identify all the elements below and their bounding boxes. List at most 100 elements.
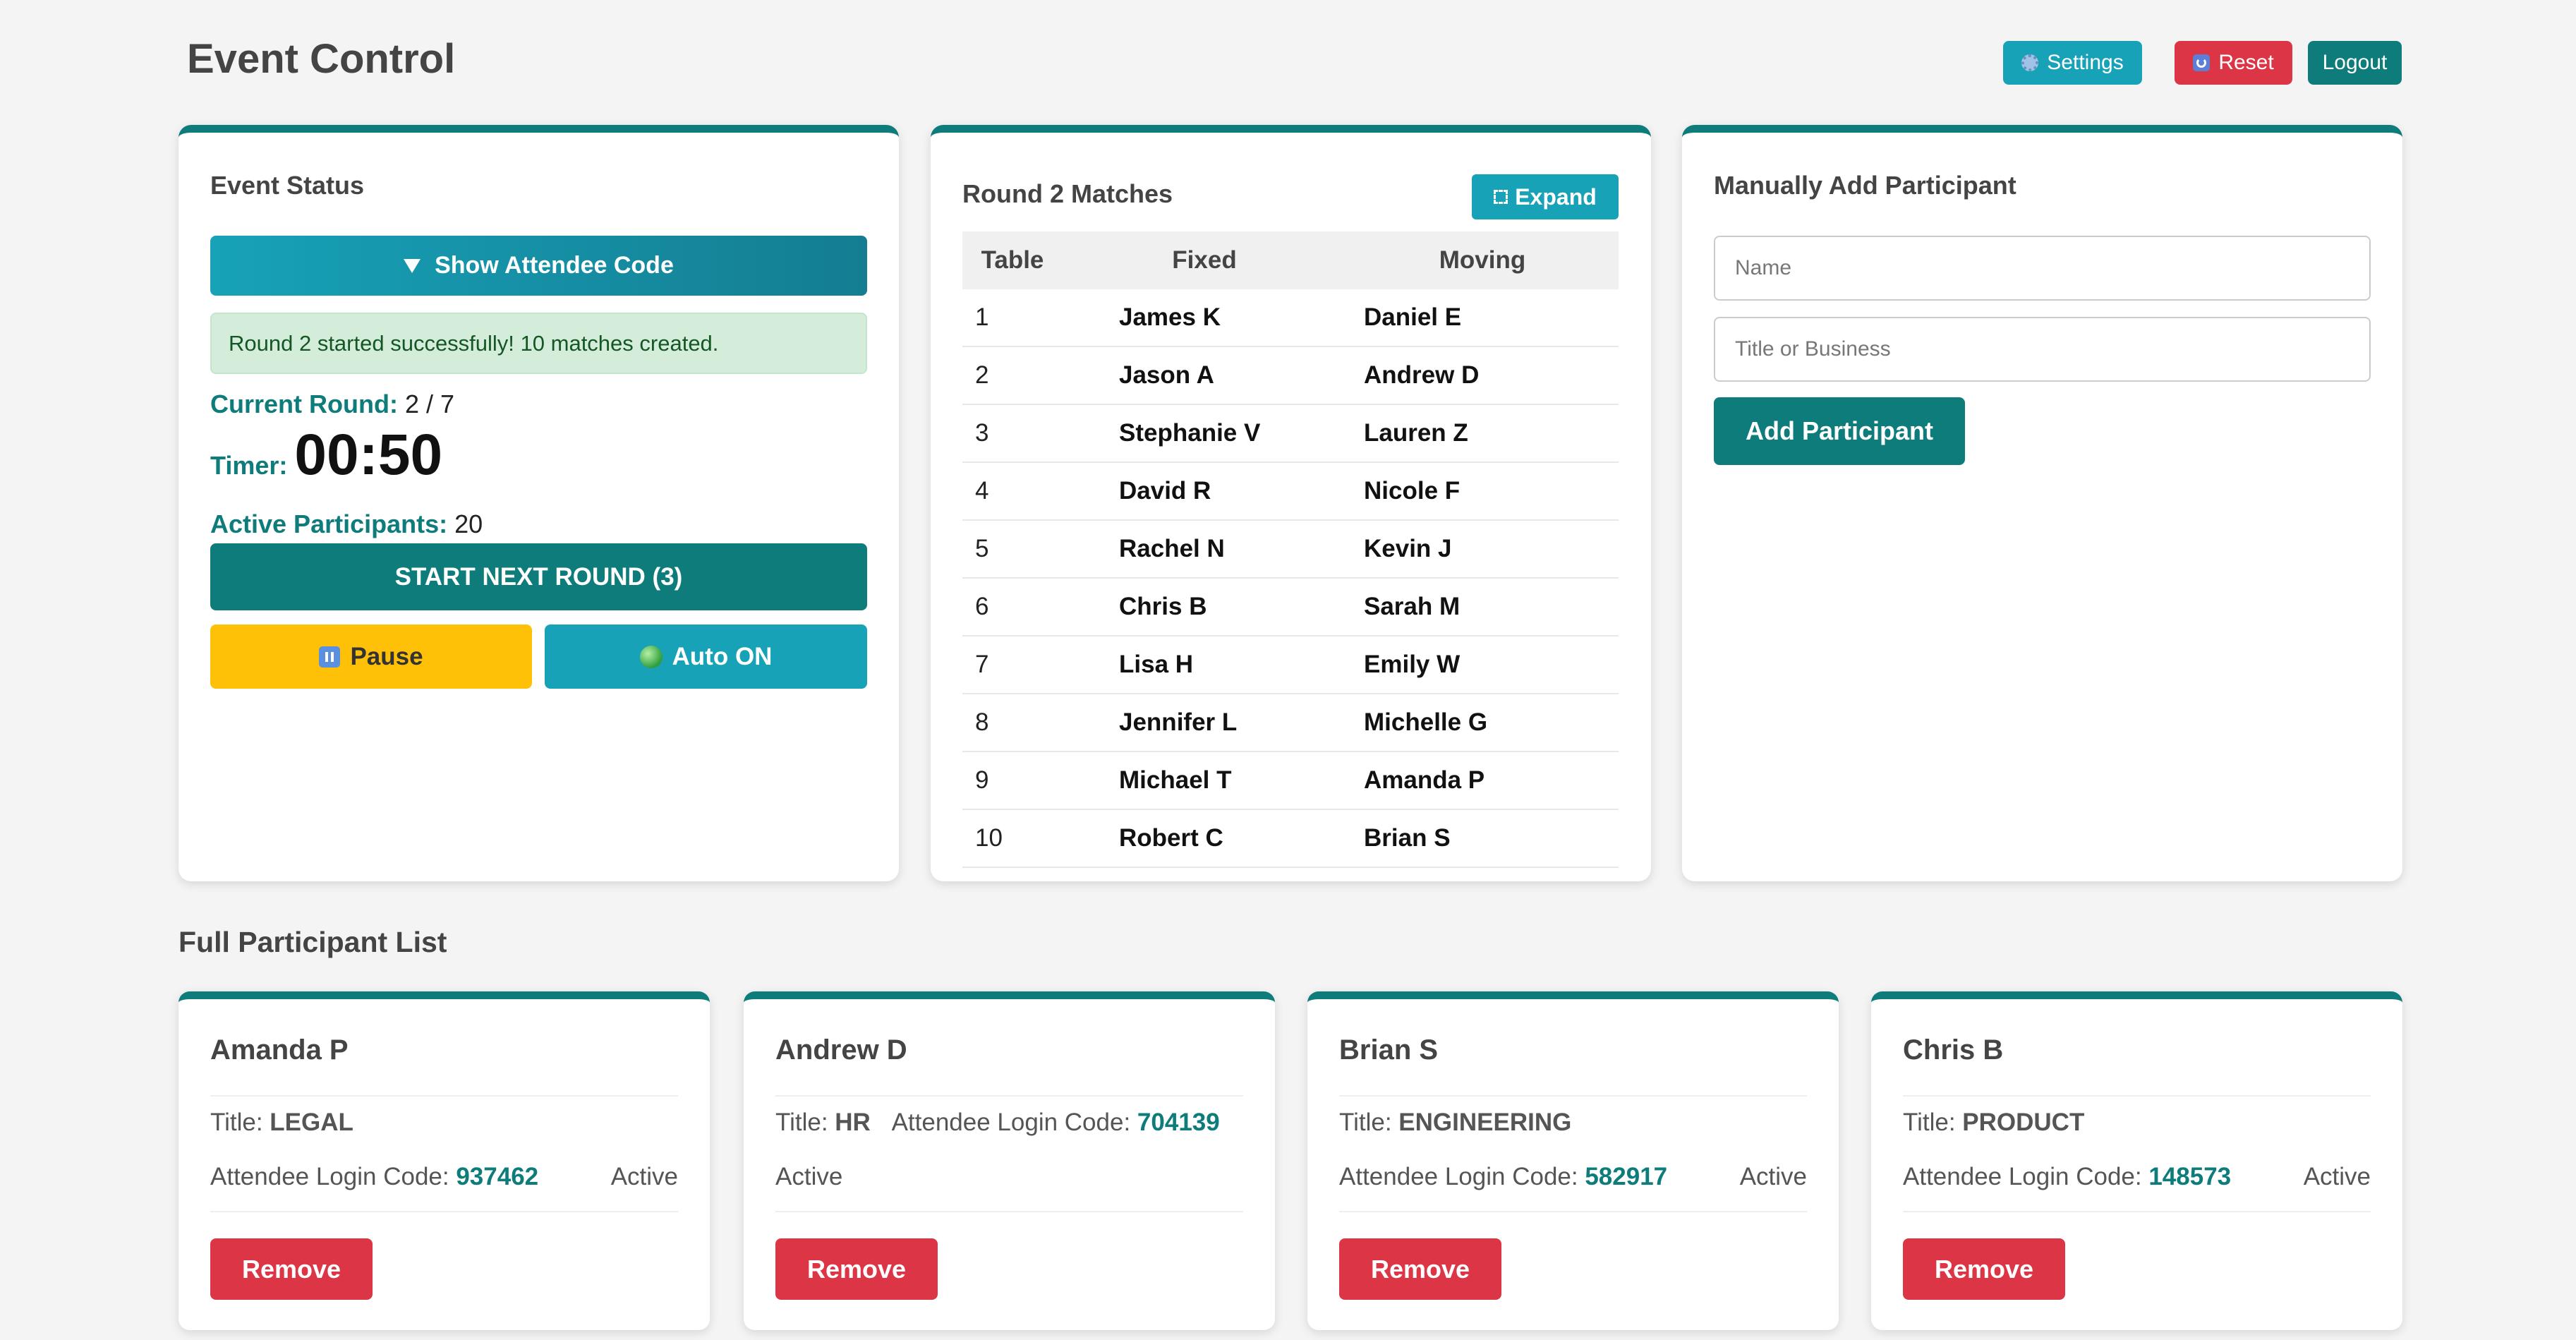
refresh-icon — [2193, 54, 2211, 71]
current-round-value: 2 / 7 — [404, 390, 455, 418]
participant-title-value: HR — [835, 1109, 871, 1136]
moving-participant: Lauren Z — [1346, 404, 1619, 463]
participant-code-label: Attendee Login Code: — [1339, 1163, 1578, 1190]
pause-button-label: Pause — [350, 642, 423, 670]
participant-title-value: PRODUCT — [1962, 1109, 2085, 1136]
participant-title-label: Title: — [775, 1109, 828, 1136]
green-circle-icon — [639, 645, 663, 668]
remove-button-label: Remove — [1934, 1254, 2034, 1284]
participant-code-value: 937462 — [456, 1163, 539, 1190]
table-row: 1 James K Daniel E — [962, 289, 1619, 347]
logout-button-label: Logout — [2322, 51, 2388, 74]
fixed-participant: James K — [1063, 289, 1346, 347]
divider — [1903, 1211, 2371, 1212]
fixed-participant: Jennifer L — [1063, 694, 1346, 752]
moving-participant: Sarah M — [1346, 578, 1619, 636]
table-number: 4 — [962, 462, 1063, 521]
gear-icon — [2021, 54, 2039, 71]
table-row: 2 Jason A Andrew D — [962, 346, 1619, 405]
auto-toggle-button[interactable]: Auto ON — [545, 624, 867, 689]
participant-status: Active — [2303, 1163, 2371, 1190]
matches-panel: Round 2 Matches Expand Table Fixed Movin… — [931, 125, 1651, 881]
timer-value: 00:50 — [294, 423, 443, 487]
remove-button[interactable]: Remove — [1903, 1238, 2065, 1300]
add-participant-panel: Manually Add Participant Add Participant — [1682, 125, 2402, 881]
settings-button[interactable]: Settings — [2003, 41, 2142, 85]
participant-card: Brian S Title: ENGINEERING Attendee Logi… — [1307, 991, 1839, 1330]
participant-status: Active — [1739, 1163, 1807, 1190]
start-next-round-label: START NEXT ROUND (3) — [394, 562, 683, 591]
moving-participant: Daniel E — [1346, 289, 1619, 347]
current-round: Current Round: 2 / 7 — [210, 390, 454, 419]
participant-code-label: Attendee Login Code: — [1903, 1163, 2142, 1190]
table-row: 7 Lisa H Emily W — [962, 636, 1619, 694]
participant-code-value: 582917 — [1585, 1163, 1668, 1190]
logout-button[interactable]: Logout — [2308, 41, 2402, 85]
table-number: 1 — [962, 289, 1063, 347]
participant-title: Title: PRODUCT — [1903, 1109, 2084, 1137]
table-row: 3 Stephanie V Lauren Z — [962, 404, 1619, 463]
remove-button[interactable]: Remove — [775, 1238, 938, 1300]
moving-participant: Andrew D — [1346, 346, 1619, 405]
table-row: 5 Rachel N Kevin J — [962, 520, 1619, 579]
name-input[interactable] — [1714, 236, 2371, 301]
participant-title-and-code: Title: HR Attendee Login Code: 704139 — [775, 1109, 1220, 1137]
table-row: 4 David R Nicole F — [962, 462, 1619, 521]
participant-title: Title: ENGINEERING — [1339, 1109, 1571, 1137]
participant-card: Amanda P Title: LEGAL Attendee Login Cod… — [179, 991, 710, 1330]
event-status-panel: Event Status Show Attendee Code Round 2 … — [179, 125, 899, 881]
remove-button-label: Remove — [241, 1254, 341, 1284]
pause-button[interactable]: Pause — [210, 624, 532, 689]
table-row: 10 Robert C Brian S — [962, 809, 1619, 868]
moving-participant: Michelle G — [1346, 694, 1619, 752]
show-attendee-code-label: Show Attendee Code — [435, 252, 674, 279]
participant-list-heading: Full Participant List — [179, 926, 447, 958]
fixed-participant: Chris B — [1063, 578, 1346, 636]
moving-participant: Kevin J — [1346, 520, 1619, 579]
table-row: 9 Michael T Amanda P — [962, 752, 1619, 810]
divider — [1903, 1095, 2371, 1097]
expand-button[interactable]: Expand — [1472, 174, 1619, 219]
page-title: Event Control — [187, 36, 456, 82]
timer: Timer: 00:50 — [210, 422, 442, 488]
start-next-round-button[interactable]: START NEXT ROUND (3) — [210, 543, 867, 610]
event-status-heading: Event Status — [210, 171, 365, 200]
remove-button-label: Remove — [806, 1254, 907, 1284]
fixed-participant: Robert C — [1063, 809, 1346, 868]
title-business-input[interactable] — [1714, 317, 2371, 382]
table-row: 8 Jennifer L Michelle G — [962, 694, 1619, 752]
expand-button-label: Expand — [1515, 183, 1597, 210]
participant-name: Andrew D — [775, 1034, 907, 1066]
reset-button[interactable]: Reset — [2175, 41, 2292, 85]
show-attendee-code-button[interactable]: Show Attendee Code — [210, 236, 867, 296]
reset-button-label: Reset — [2218, 51, 2274, 74]
moving-participant: Amanda P — [1346, 752, 1619, 810]
table-number: 3 — [962, 404, 1063, 463]
add-participant-button[interactable]: Add Participant — [1714, 397, 1965, 465]
participant-code-label: Attendee Login Code: — [891, 1109, 1131, 1136]
divider — [775, 1095, 1243, 1097]
matches-header-row: Table Fixed Moving — [962, 231, 1619, 289]
participant-name: Amanda P — [210, 1034, 349, 1066]
participant-name: Brian S — [1339, 1034, 1439, 1066]
table-number: 2 — [962, 346, 1063, 405]
current-round-label: Current Round: — [210, 390, 398, 418]
auto-toggle-label: Auto ON — [672, 642, 773, 670]
active-participants: Active Participants: 20 — [210, 509, 483, 539]
active-participants-label: Active Participants: — [210, 509, 448, 538]
matches-table: Table Fixed Moving 1 James K Daniel E 2 … — [962, 231, 1619, 868]
column-header-fixed: Fixed — [1063, 231, 1346, 289]
column-header-moving: Moving — [1346, 231, 1619, 289]
participant-title-label: Title: — [210, 1109, 263, 1136]
expand-icon — [1494, 190, 1508, 204]
participant-title-label: Title: — [1339, 1109, 1392, 1136]
participant-card: Andrew D Title: HR Attendee Login Code: … — [744, 991, 1275, 1330]
success-alert: Round 2 started successfully! 10 matches… — [210, 313, 867, 374]
remove-button[interactable]: Remove — [1339, 1238, 1501, 1300]
add-participant-heading: Manually Add Participant — [1714, 171, 2016, 200]
remove-button[interactable]: Remove — [210, 1238, 373, 1300]
divider — [1339, 1211, 1807, 1212]
participant-title-label: Title: — [1903, 1109, 1956, 1136]
timer-label: Timer: — [210, 451, 288, 480]
pause-icon — [319, 646, 341, 668]
